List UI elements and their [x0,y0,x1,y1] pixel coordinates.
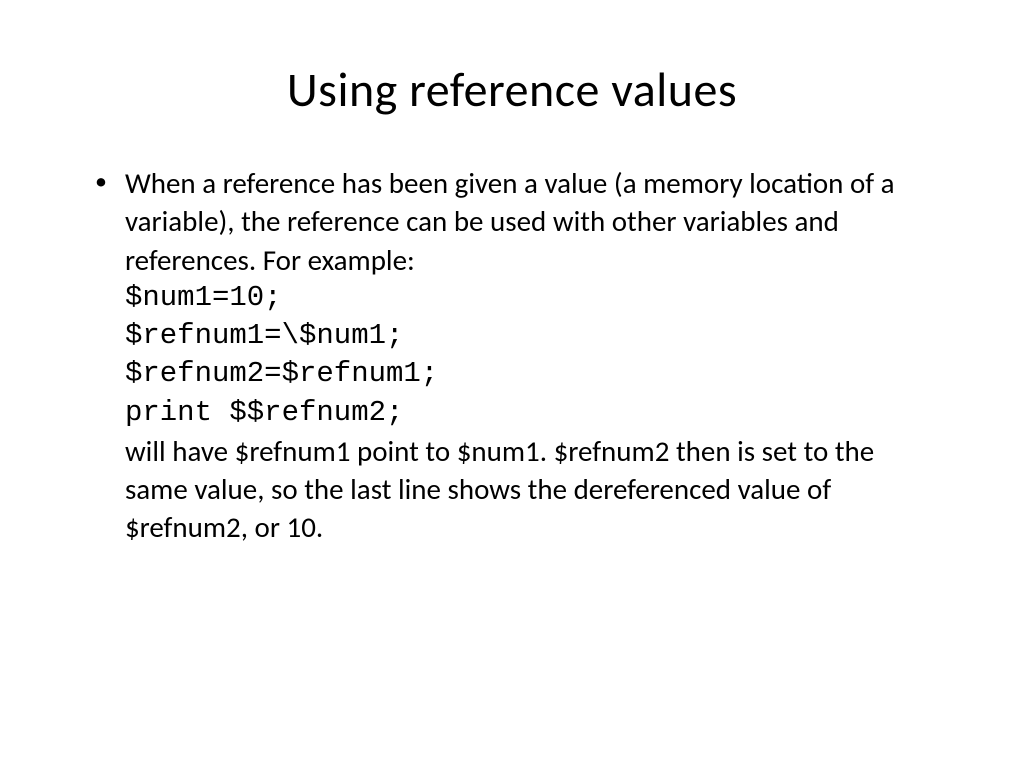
bullet-content: When a reference has been given a value … [125,164,934,547]
bullet-marker: • [95,164,107,200]
code-line-3: $refnum2=$refnum1; [125,355,934,393]
code-line-4: print $$refnum2; [125,394,934,432]
bullet-intro-text: When a reference has been given a value … [125,164,934,279]
slide-title: Using reference values [90,60,934,119]
code-line-1: $num1=10; [125,279,934,317]
code-line-2: $refnum1=\$num1; [125,317,934,355]
bullet-item: • When a reference has been given a valu… [90,164,934,547]
bullet-outro-text: will have $refnum1 point to $num1. $refn… [125,432,934,547]
